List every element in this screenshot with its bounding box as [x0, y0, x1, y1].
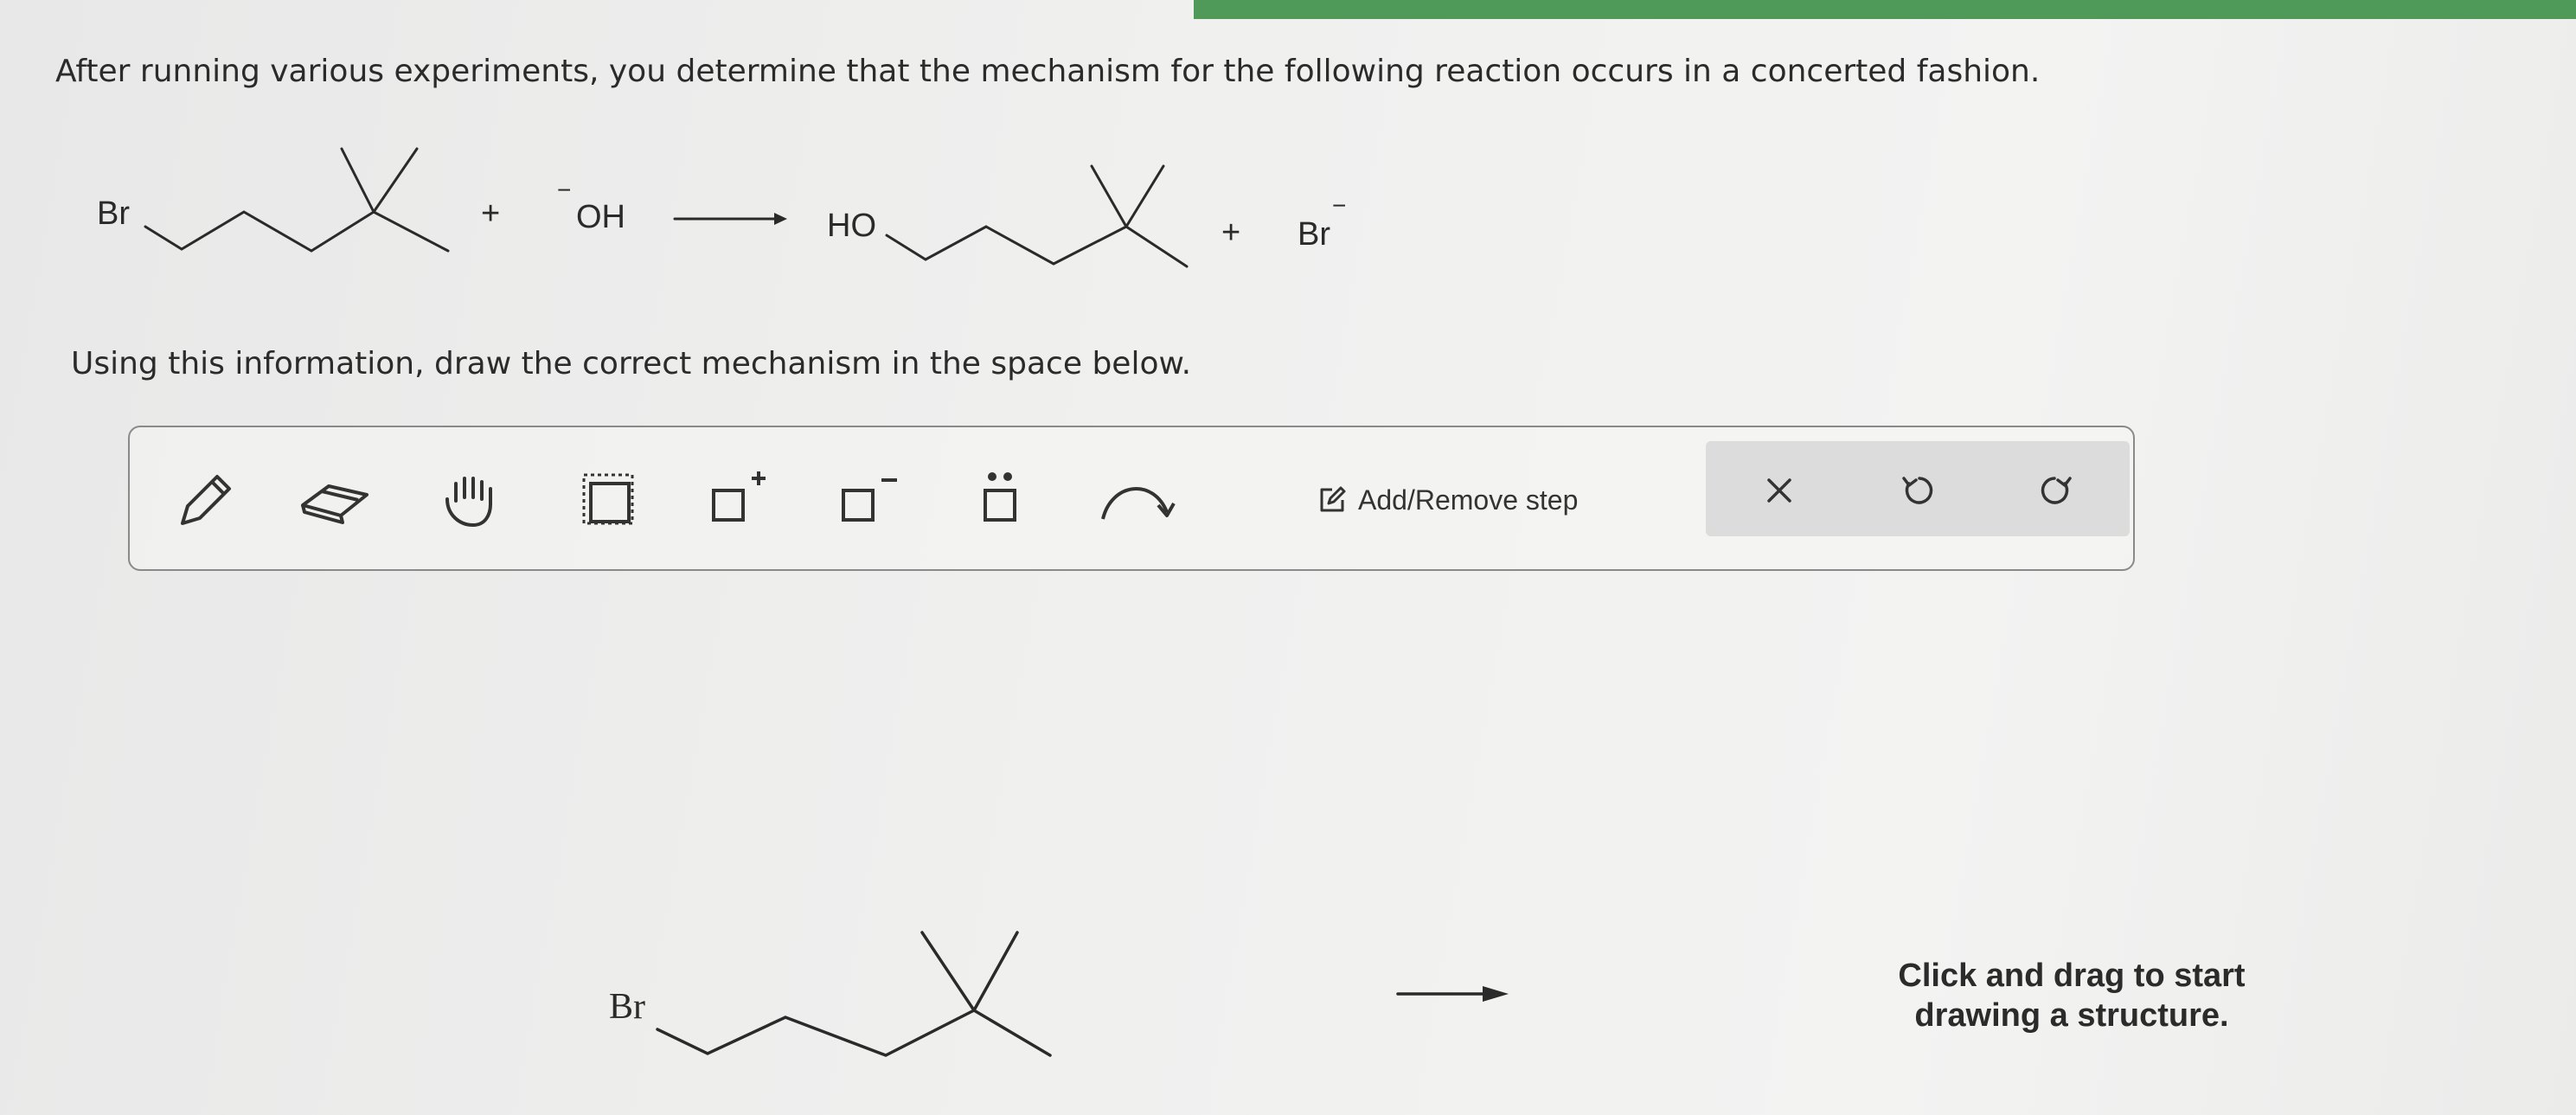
product-ho-label: HO	[827, 208, 876, 244]
product-methyl-up-right	[1125, 164, 1165, 228]
undo-button[interactable]	[1887, 460, 1948, 521]
canvas-br-label: Br	[609, 987, 645, 1027]
product-methyl-right	[1125, 225, 1189, 268]
plus-sign-1: +	[481, 195, 501, 232]
add-remove-step-label: Add/Remove step	[1358, 484, 1579, 516]
bromide-charge: −	[1332, 192, 1347, 219]
product-chain	[885, 225, 1128, 266]
negative-charge-tool-button[interactable]	[830, 462, 908, 540]
reactant-chain	[144, 210, 375, 253]
selection-tool-button[interactable]	[571, 462, 649, 540]
reactant-methyl-up-left	[340, 147, 375, 214]
undo-icon	[1902, 477, 1933, 504]
clear-icon	[1767, 478, 1791, 503]
negative-charge-icon	[842, 478, 897, 522]
reaction-scheme	[144, 147, 1189, 268]
drawing-toolbar: Add/Remove step	[128, 426, 2135, 571]
hand-tool-button[interactable]	[433, 462, 510, 540]
edit-icon	[1320, 486, 1346, 512]
canvas-methyl-up-right	[972, 931, 1019, 1012]
plus-sign-2: +	[1221, 215, 1241, 251]
hydroxide-label: OH	[576, 199, 625, 235]
canvas-hint-line-2: drawing a structure.	[1914, 997, 2229, 1034]
question-instruction: Using this information, draw the correct…	[71, 346, 1192, 381]
bromide-label: Br	[1298, 216, 1330, 253]
canvas-arrow-head	[1483, 986, 1509, 1002]
lone-pair-tool-button[interactable]	[960, 462, 1038, 540]
canvas-hint: Click and drag to start drawing a struct…	[1817, 956, 2327, 1035]
eraser-tool-button[interactable]	[296, 462, 374, 540]
pencil-tool-button[interactable]	[166, 462, 244, 540]
canvas-structure-chain	[656, 1009, 976, 1057]
canvas-methyl-right	[972, 1009, 1052, 1057]
add-remove-step-button[interactable]: Add/Remove step	[1317, 476, 1578, 524]
reactant-br-label: Br	[97, 195, 130, 232]
clear-button[interactable]	[1749, 460, 1810, 521]
curved-arrow-tool-button[interactable]	[1090, 462, 1185, 540]
selection-icon	[582, 473, 634, 525]
hand-icon	[445, 477, 492, 527]
reactant-methyl-up-right	[372, 147, 419, 214]
redo-button[interactable]	[2026, 460, 2086, 521]
curved-arrow-icon	[1101, 487, 1176, 520]
lone-pair-icon	[984, 472, 1016, 522]
positive-charge-icon	[712, 471, 766, 522]
hydroxide-charge: −	[557, 176, 572, 203]
action-panel	[1706, 441, 2130, 536]
reaction-arrow-head	[774, 213, 787, 225]
canvas-hint-line-1: Click and drag to start	[1898, 958, 2246, 994]
product-methyl-up-left	[1090, 164, 1128, 228]
redo-icon	[2041, 477, 2072, 504]
eraser-icon	[301, 484, 368, 524]
canvas-methyl-up-left	[920, 931, 976, 1012]
pencil-icon	[181, 475, 231, 525]
positive-charge-tool-button[interactable]	[701, 462, 779, 540]
reactant-methyl-right	[372, 210, 450, 253]
